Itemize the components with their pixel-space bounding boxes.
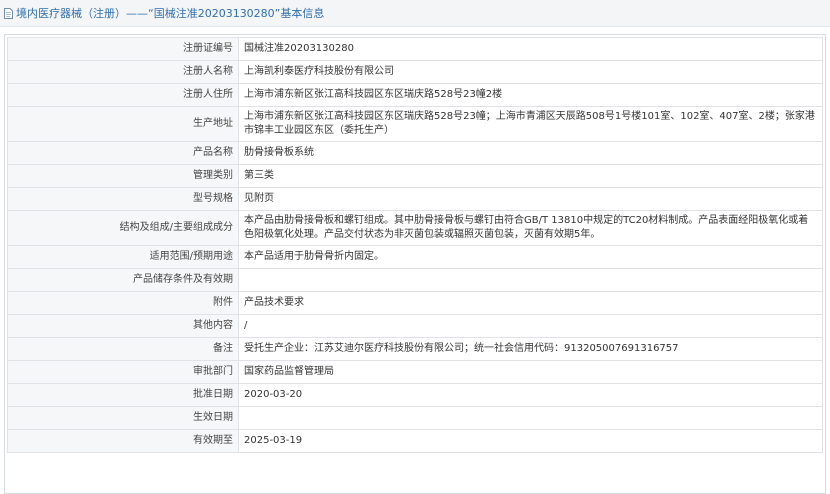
row-value: 本产品由肋骨接骨板和螺钉组成。其中肋骨接骨板与螺钉由符合GB/T 13810中规… (238, 210, 823, 246)
row-valid-until: 有效期至 2025-03-19 (7, 429, 823, 453)
row-label: 其他内容 (7, 314, 239, 338)
row-registration-number: 注册证编号 国械注准20203130280 (7, 37, 823, 61)
row-value: 第三类 (238, 164, 823, 188)
row-label: 结构及组成/主要组成成分 (7, 210, 239, 246)
row-management-class: 管理类别 第三类 (7, 164, 823, 188)
row-value: 2020-03-20 (238, 383, 823, 407)
row-intended-use: 适用范围/预期用途 本产品适用于肋骨骨折内固定。 (7, 245, 823, 269)
row-value: 上海市浦东新区张江高科技园区东区瑞庆路528号23幢；上海市青浦区天辰路508号… (238, 106, 823, 142)
detail-table: 注册证编号 国械注准20203130280 注册人名称 上海凯利泰医疗科技股份有… (7, 37, 823, 453)
row-label: 注册人住所 (7, 83, 239, 107)
row-approval-date: 批准日期 2020-03-20 (7, 383, 823, 407)
row-label: 产品名称 (7, 141, 239, 165)
row-registrant-address: 注册人住所 上海市浦东新区张江高科技园区东区瑞庆路528号23幢2楼 (7, 83, 823, 107)
row-approval-department: 审批部门 国家药品监督管理局 (7, 360, 823, 384)
row-label: 审批部门 (7, 360, 239, 384)
row-value: 国械注准20203130280 (238, 37, 823, 61)
row-value: 本产品适用于肋骨骨折内固定。 (238, 245, 823, 269)
row-label: 产品储存条件及有效期 (7, 268, 239, 292)
row-storage-validity: 产品储存条件及有效期 (7, 268, 823, 292)
row-value: 上海凯利泰医疗科技股份有限公司 (238, 60, 823, 84)
detail-panel: 注册证编号 国械注准20203130280 注册人名称 上海凯利泰医疗科技股份有… (4, 34, 826, 494)
row-effective-date: 生效日期 (7, 406, 823, 430)
row-label: 批准日期 (7, 383, 239, 407)
row-label: 备注 (7, 337, 239, 361)
row-structure-composition: 结构及组成/主要组成成分 本产品由肋骨接骨板和螺钉组成。其中肋骨接骨板与螺钉由符… (7, 210, 823, 246)
row-remarks: 备注 受托生产企业：江苏艾迪尔医疗科技股份有限公司；统一社会信用代码：91320… (7, 337, 823, 361)
row-label: 注册人名称 (7, 60, 239, 84)
row-registrant-name: 注册人名称 上海凯利泰医疗科技股份有限公司 (7, 60, 823, 84)
row-value: 见附页 (238, 187, 823, 211)
row-value: 受托生产企业：江苏艾迪尔医疗科技股份有限公司；统一社会信用代码：91320500… (238, 337, 823, 361)
row-label: 管理类别 (7, 164, 239, 188)
row-label: 型号规格 (7, 187, 239, 211)
row-product-name: 产品名称 肋骨接骨板系统 (7, 141, 823, 165)
row-value: 国家药品监督管理局 (238, 360, 823, 384)
row-value: 肋骨接骨板系统 (238, 141, 823, 165)
document-icon (4, 7, 13, 19)
row-production-address: 生产地址 上海市浦东新区张江高科技园区东区瑞庆路528号23幢；上海市青浦区天辰… (7, 106, 823, 142)
row-other-content: 其他内容 / (7, 314, 823, 338)
row-value: 上海市浦东新区张江高科技园区东区瑞庆路528号23幢2楼 (238, 83, 823, 107)
row-label: 适用范围/预期用途 (7, 245, 239, 269)
row-label: 生产地址 (7, 106, 239, 142)
row-label: 附件 (7, 291, 239, 315)
row-value: / (238, 314, 823, 338)
row-value: 产品技术要求 (238, 291, 823, 315)
row-label: 有效期至 (7, 429, 239, 453)
page-title: 境内医疗器械（注册）——“国械注准20203130280”基本信息 (16, 7, 325, 20)
row-value: 2025-03-19 (238, 429, 823, 453)
row-model-spec: 型号规格 见附页 (7, 187, 823, 211)
row-label: 注册证编号 (7, 37, 239, 61)
row-value (238, 406, 823, 430)
row-attachment: 附件 产品技术要求 (7, 291, 823, 315)
row-value (238, 268, 823, 292)
header-bar: 境内医疗器械（注册）——“国械注准20203130280”基本信息 (0, 0, 830, 27)
row-label: 生效日期 (7, 406, 239, 430)
